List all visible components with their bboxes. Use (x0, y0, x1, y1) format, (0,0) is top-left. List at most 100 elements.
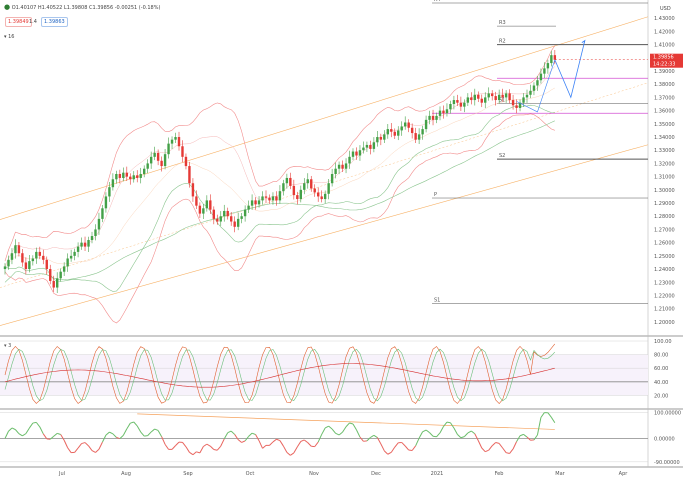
candle-body (247, 205, 250, 210)
pivot-level-label: S2 (499, 153, 505, 159)
cci-line-segment (11, 427, 16, 431)
cci-line-segment (269, 441, 274, 446)
cci-line-segment (227, 430, 232, 434)
cci-line-segment (491, 442, 497, 447)
chevron-down-icon[interactable]: ▾ (4, 34, 7, 40)
candle-body (69, 255, 73, 259)
sell-button[interactable]: 1.39849 (5, 17, 32, 27)
cci-line-segment (373, 434, 378, 438)
candle-body (376, 137, 379, 143)
price-tick-label: 1.35000 (654, 122, 675, 128)
candle-body (62, 266, 66, 272)
cci-line-segment (495, 441, 500, 444)
candle-body (358, 150, 362, 156)
candle-body (289, 177, 292, 186)
cci-line-segment (203, 443, 208, 447)
candle-body (143, 168, 146, 174)
cci-line-segment (4, 431, 9, 439)
candle-body (449, 104, 452, 110)
cci-line-segment (390, 446, 396, 453)
candle-body (508, 93, 511, 101)
candle-body (379, 137, 383, 140)
cci-line-segment (453, 427, 458, 435)
date-tick-label: Aug (121, 471, 131, 477)
cci-line-segment (359, 436, 364, 442)
buy-button[interactable]: 1.39863 (41, 17, 68, 27)
cci-line-segment (223, 432, 229, 440)
candle-body (3, 266, 7, 270)
cci-line-segment (147, 431, 152, 436)
price-tick-label: 1.28000 (654, 214, 675, 220)
date-tick-label: Feb (495, 471, 504, 477)
candle-body (146, 163, 149, 169)
cci-line-segment (157, 430, 163, 437)
indicators-toggle[interactable]: ▾ 16 (4, 34, 14, 40)
cci-line-segment (28, 422, 34, 429)
cci-line-segment (276, 438, 281, 442)
candle-body (306, 179, 309, 184)
candle-body (80, 242, 83, 247)
cci-line-segment (290, 452, 295, 456)
candle-body (73, 251, 76, 256)
cci-line-segment (477, 440, 483, 449)
candle-body (156, 152, 160, 161)
candle-body (94, 229, 97, 237)
cci-line-segment (512, 441, 518, 450)
cci-line-segment (8, 427, 13, 432)
candle-body (21, 253, 24, 263)
candle-body (313, 188, 316, 193)
candle-body (101, 208, 104, 219)
cci-tick-label: 0.00000 (654, 437, 675, 443)
candle-body (296, 195, 299, 200)
cci-line-segment (471, 430, 476, 435)
collapse-icon[interactable]: ● (4, 3, 10, 11)
price-tick-label: 1.24000 (654, 267, 675, 273)
cci-line-segment (272, 438, 277, 443)
cci-line-segment (109, 431, 114, 435)
cci-tick-label: -90.00000 (654, 460, 680, 466)
candle-body (532, 85, 536, 91)
candle-body (49, 269, 52, 281)
candle-body (209, 200, 212, 210)
projection-path (554, 40, 586, 99)
candle-body (393, 131, 396, 136)
candle-body (45, 259, 48, 270)
candle-body (153, 152, 156, 157)
candle-body (317, 192, 320, 197)
date-tick-label: 2021 (431, 471, 444, 477)
countdown-label: 14:22:33 (653, 62, 675, 68)
cci-line-segment (171, 445, 176, 450)
candle-body (17, 245, 21, 254)
candle-body (52, 280, 55, 288)
cci-line-segment (307, 442, 312, 447)
date-tick-label: Apr (619, 471, 629, 477)
cci-line-segment (342, 426, 347, 433)
cci-line-segment (338, 431, 343, 436)
chart-canvas[interactable]: 1.430001.420001.410001.400001.390001.380… (0, 0, 683, 480)
cci-line-segment (164, 444, 169, 450)
candle-body (292, 185, 296, 196)
candle-body (348, 156, 351, 164)
cci-line-segment (98, 441, 103, 450)
cci-line-segment (35, 422, 41, 428)
cci-line-segment (122, 428, 128, 436)
candle-body (59, 271, 62, 279)
cci-line-segment (42, 433, 48, 440)
price-tick-label: 1.26000 (654, 241, 675, 247)
candle-body (550, 55, 553, 64)
projection-path-past (516, 59, 556, 113)
channel-upper-line (0, 16, 649, 220)
cci-line-segment (161, 436, 166, 445)
cci-line-segment (279, 440, 284, 447)
cci-line-segment (77, 443, 82, 449)
pivot-level-label: S1 (434, 298, 440, 304)
candle-body (111, 179, 115, 188)
candle-body (390, 129, 393, 132)
cci-line-segment (356, 429, 361, 438)
cci-line-segment (506, 452, 510, 454)
cci-line-segment (328, 425, 333, 430)
cci-line-segment (112, 433, 117, 438)
cci-line-segment (63, 440, 69, 448)
candle-body (35, 251, 38, 259)
candle-body (341, 164, 344, 169)
